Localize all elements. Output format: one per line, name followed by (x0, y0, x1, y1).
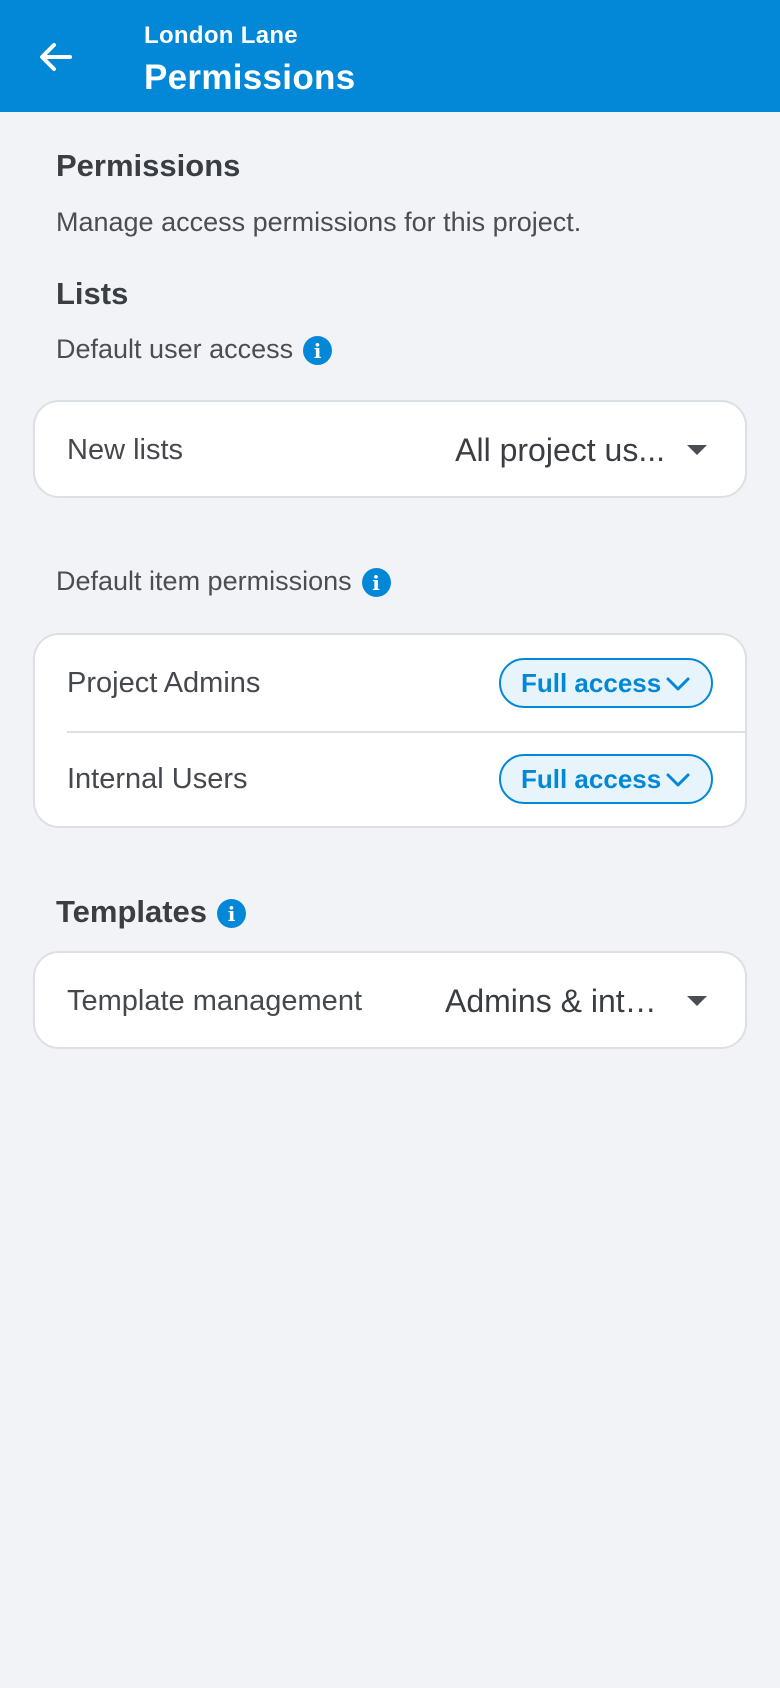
back-button[interactable] (24, 26, 86, 88)
templates-card: Template management Admins & inte... (33, 951, 747, 1049)
caret-down-icon (687, 996, 707, 1006)
template-management-row: Template management Admins & inte... (35, 953, 745, 1049)
info-icon[interactable]: i (361, 568, 391, 598)
arrow-left-icon (40, 43, 72, 71)
chevron-down-icon (666, 773, 690, 787)
project-admins-label: Project Admins (67, 666, 261, 699)
item-permission-row: Internal Users Full access (35, 731, 745, 827)
project-admins-access-value: Full access (521, 667, 662, 698)
new-lists-label: New lists (67, 433, 184, 466)
project-name: London Lane (144, 22, 298, 49)
default-user-access-label: Default user access i (56, 334, 333, 366)
default-item-permissions-card: Project Admins Full access Internal User… (33, 633, 747, 828)
default-user-access-card: New lists All project us... (33, 400, 747, 498)
page-title: Permissions (144, 58, 356, 97)
new-lists-row: New lists All project us... (35, 402, 745, 498)
default-user-access-text: Default user access (56, 334, 294, 364)
project-admins-access-select[interactable]: Full access (499, 658, 713, 708)
default-item-permissions-text: Default item permissions (56, 566, 352, 596)
template-management-label: Template management (67, 984, 362, 1017)
default-item-permissions-label: Default item permissions i (56, 566, 391, 598)
templates-heading: Templates i (56, 894, 247, 930)
new-lists-value: All project us... (455, 431, 665, 468)
info-icon[interactable]: i (217, 899, 247, 929)
app-bar: London Lane Permissions (0, 0, 780, 112)
item-permission-row: Project Admins Full access (35, 635, 745, 731)
templates-heading-text: Templates (56, 894, 208, 929)
info-icon[interactable]: i (303, 336, 333, 366)
new-lists-select[interactable]: All project us... (455, 432, 707, 469)
lists-heading: Lists (56, 276, 129, 311)
permissions-description: Manage access permissions for this proje… (56, 207, 582, 237)
chevron-down-icon (666, 677, 690, 691)
internal-users-label: Internal Users (67, 762, 248, 795)
template-management-select[interactable]: Admins & inte... (445, 983, 707, 1020)
internal-users-access-select[interactable]: Full access (499, 754, 713, 804)
permissions-heading: Permissions (56, 148, 241, 183)
caret-down-icon (687, 445, 707, 455)
internal-users-access-value: Full access (521, 763, 662, 794)
template-management-value: Admins & inte... (445, 982, 665, 1019)
